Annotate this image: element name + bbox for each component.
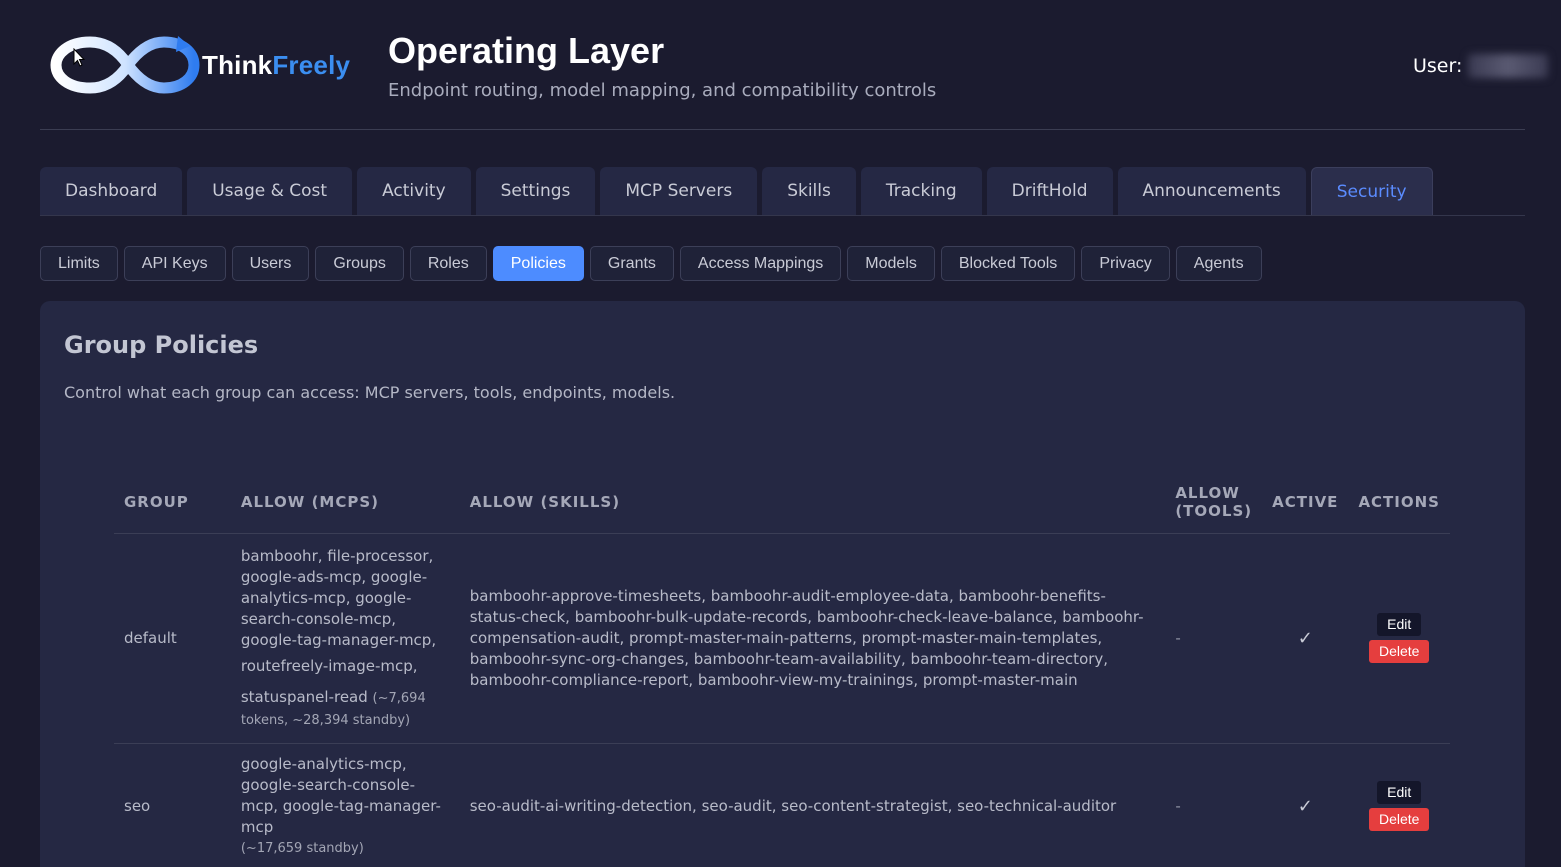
edit-button[interactable]: Edit <box>1377 613 1422 636</box>
subtab-policies[interactable]: Policies <box>492 246 584 281</box>
policies-table: GROUP ALLOW (MCPS) ALLOW (SKILLS) ALLOW … <box>114 471 1450 867</box>
user-label: User: <box>1413 55 1463 77</box>
header-active: ACTIVE <box>1262 471 1349 534</box>
skills-cell: bamboohr-approve-timesheets, bamboohr-au… <box>459 533 1166 744</box>
header-allow-mcps: ALLOW (MCPS) <box>230 471 460 534</box>
subtab-blocked-tools[interactable]: Blocked Tools <box>940 246 1076 281</box>
tab-drifthold[interactable]: DriftHold <box>986 167 1113 215</box>
header-group: GROUP <box>114 471 231 534</box>
tab-usage-cost[interactable]: Usage & Cost <box>187 167 353 215</box>
actions-cell: Edit Delete <box>1348 533 1450 744</box>
subtab-privacy[interactable]: Privacy <box>1081 246 1170 281</box>
delete-button[interactable]: Delete <box>1368 640 1430 663</box>
security-subtabs: Limits API Keys Users Groups Roles Polic… <box>40 246 1262 281</box>
tab-settings[interactable]: Settings <box>475 167 596 215</box>
tab-tracking[interactable]: Tracking <box>860 167 982 215</box>
subtab-models[interactable]: Models <box>847 246 935 281</box>
header-allow-tools-line2: (TOOLS) <box>1175 501 1253 520</box>
panel-title: Group Policies <box>64 331 259 359</box>
header-allow-tools: ALLOW (TOOLS) <box>1165 471 1263 534</box>
subtab-limits[interactable]: Limits <box>40 246 118 281</box>
logo-think: Think <box>202 49 273 80</box>
tab-mcp-servers[interactable]: MCP Servers <box>600 167 758 215</box>
user-info[interactable]: User: <box>1413 54 1549 78</box>
edit-button[interactable]: Edit <box>1377 781 1422 804</box>
subtab-agents[interactable]: Agents <box>1175 246 1262 281</box>
logo-wordmark: ThinkFreely <box>202 50 350 81</box>
tab-announcements[interactable]: Announcements <box>1117 167 1306 215</box>
thinkfreely-logo[interactable]: ThinkFreely <box>50 30 360 100</box>
header-allow-skills: ALLOW (SKILLS) <box>459 471 1166 534</box>
tools-cell: - <box>1165 533 1263 744</box>
delete-button[interactable]: Delete <box>1368 808 1430 831</box>
user-name-redacted <box>1468 54 1549 78</box>
tab-activity[interactable]: Activity <box>357 167 471 215</box>
logo-freely: Freely <box>272 49 351 80</box>
mcps-cell: bamboohr, file-processor, google-ads-mcp… <box>230 533 460 744</box>
tab-security[interactable]: Security <box>1310 167 1433 215</box>
mouse-cursor-icon <box>73 48 85 67</box>
main-tabs: Dashboard Usage & Cost Activity Settings… <box>40 167 1433 215</box>
active-check-icon: ✓ <box>1262 533 1349 744</box>
header-allow-tools-line1: ALLOW <box>1175 483 1240 502</box>
tools-cell: - <box>1165 743 1263 867</box>
group-policies-panel: Group Policies Control what each group c… <box>40 301 1525 867</box>
group-cell: seo <box>114 743 231 867</box>
page-title: Operating Layer <box>388 30 665 71</box>
mcps-list: google-analytics-mcp, google-search-cons… <box>240 754 441 836</box>
panel-description: Control what each group can access: MCP … <box>64 383 676 402</box>
subtab-access-mappings[interactable]: Access Mappings <box>679 246 842 281</box>
subtab-groups[interactable]: Groups <box>315 246 404 281</box>
subtab-grants[interactable]: Grants <box>589 246 674 281</box>
tabs-divider <box>40 215 1525 216</box>
mcps-list: bamboohr, file-processor, google-ads-mcp… <box>240 546 437 649</box>
mcps-token-note: (~17,659 standby) <box>240 840 364 856</box>
app-header: ThinkFreely Operating Layer Endpoint rou… <box>0 0 1561 130</box>
mcps-cell: google-analytics-mcp, google-search-cons… <box>230 743 460 867</box>
subtab-users[interactable]: Users <box>231 246 310 281</box>
table-row: default bamboohr, file-processor, google… <box>114 533 1450 744</box>
actions-cell: Edit Delete <box>1348 743 1450 867</box>
header-actions: ACTIONS <box>1348 471 1450 534</box>
group-cell: default <box>114 533 231 744</box>
table-row: seo google-analytics-mcp, google-search-… <box>114 743 1450 867</box>
tab-skills[interactable]: Skills <box>762 167 856 215</box>
mcps-list-extra2: statuspanel-read <box>240 687 368 706</box>
tab-dashboard[interactable]: Dashboard <box>40 167 183 215</box>
active-check-icon: ✓ <box>1262 743 1349 867</box>
subtab-api-keys[interactable]: API Keys <box>123 246 226 281</box>
header-divider <box>40 129 1525 130</box>
skills-cell: seo-audit-ai-writing-detection, seo-audi… <box>459 743 1166 867</box>
page-subtitle: Endpoint routing, model mapping, and com… <box>388 80 937 101</box>
mcps-list-extra: routefreely-image-mcp, <box>240 656 418 675</box>
subtab-roles[interactable]: Roles <box>409 246 487 281</box>
table-header-row: GROUP ALLOW (MCPS) ALLOW (SKILLS) ALLOW … <box>114 471 1450 534</box>
